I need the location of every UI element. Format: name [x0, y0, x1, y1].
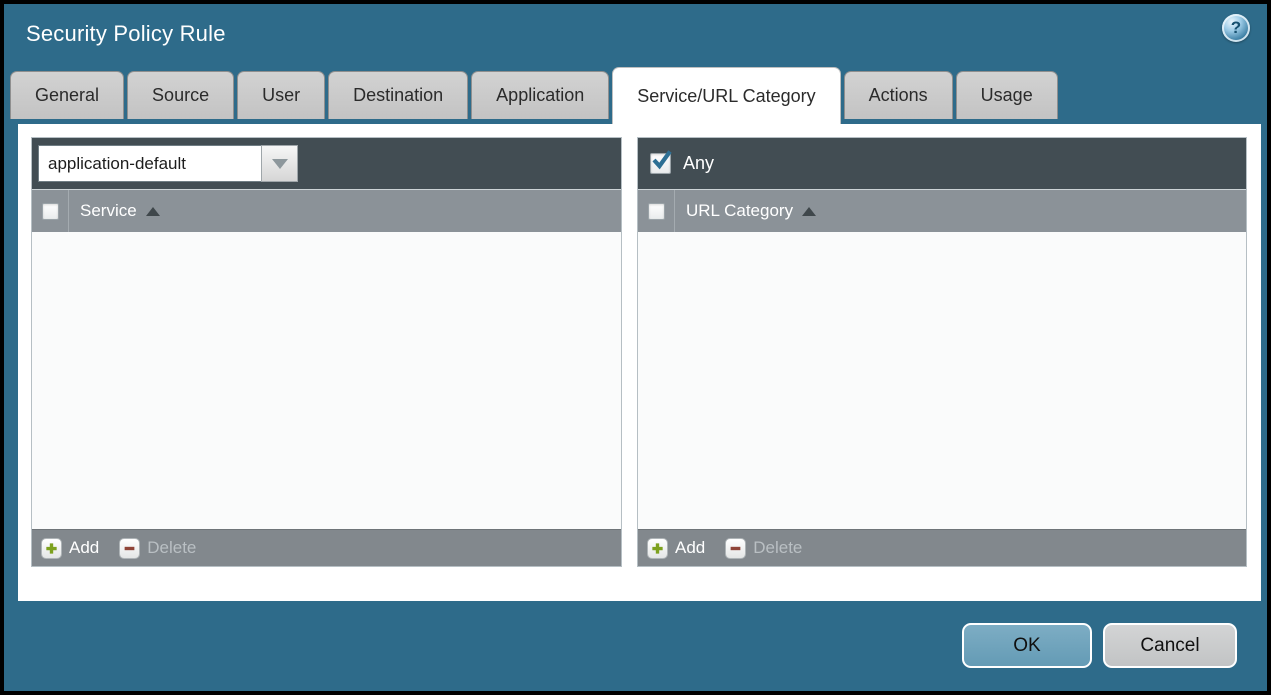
tab-source[interactable]: Source: [127, 71, 235, 119]
service-toolbar: [32, 138, 621, 189]
tab-bar: General Source User Destination Applicat…: [10, 67, 1261, 124]
tab-user[interactable]: User: [237, 71, 326, 119]
help-icon-glyph: ?: [1230, 18, 1242, 37]
checkmark-icon: [652, 150, 672, 170]
url-category-panel: Any URL Category Add Delete: [637, 137, 1247, 567]
service-add-label: Add: [69, 538, 100, 557]
url-category-column-header[interactable]: URL Category: [675, 190, 817, 232]
url-category-select-all-cell: [638, 190, 675, 232]
cancel-button[interactable]: Cancel: [1103, 623, 1237, 668]
url-category-add-button[interactable]: Add: [647, 537, 706, 559]
service-add-button[interactable]: Add: [41, 537, 100, 559]
service-column-label: Service: [80, 201, 137, 220]
service-type-dropdown-button[interactable]: [261, 145, 298, 182]
tab-content: Service Add Delete: [18, 124, 1261, 601]
ok-button[interactable]: OK: [962, 623, 1092, 668]
sort-ascending-icon: [802, 206, 817, 216]
url-category-delete-button[interactable]: Delete: [725, 537, 803, 559]
dialog-actions: OK Cancel: [962, 623, 1237, 668]
add-icon: [647, 537, 668, 559]
service-select-all-checkbox[interactable]: [41, 202, 59, 220]
service-select-all-cell: [32, 190, 69, 232]
url-category-table-footer: Add Delete: [638, 529, 1246, 566]
any-checkbox-row: Any: [644, 150, 715, 174]
service-column-header[interactable]: Service: [69, 190, 160, 232]
any-checkbox[interactable]: [650, 150, 672, 174]
sort-ascending-icon: [145, 206, 160, 216]
tab-application[interactable]: Application: [471, 71, 610, 119]
url-category-add-label: Add: [675, 538, 706, 557]
delete-icon: [725, 537, 747, 559]
url-category-select-all-checkbox[interactable]: [647, 202, 665, 220]
chevron-down-icon: [271, 158, 288, 169]
service-table-body: [32, 232, 621, 529]
tab-usage[interactable]: Usage: [955, 71, 1058, 119]
delete-icon: [119, 537, 141, 559]
add-icon: [41, 537, 62, 559]
url-category-toolbar: Any: [638, 138, 1246, 189]
tab-general[interactable]: General: [10, 71, 125, 119]
service-type-input[interactable]: [38, 145, 261, 182]
service-table-footer: Add Delete: [32, 529, 621, 566]
dialog-title: Security Policy Rule: [26, 21, 226, 46]
security-policy-rule-dialog: Security Policy Rule ? General Source Us…: [0, 0, 1271, 695]
service-type-combobox: [38, 145, 298, 182]
tab-destination[interactable]: Destination: [328, 71, 469, 119]
help-icon[interactable]: ?: [1222, 14, 1250, 42]
url-category-delete-label: Delete: [753, 538, 803, 557]
tab-service-url-category[interactable]: Service/URL Category: [612, 67, 841, 124]
any-label: Any: [683, 153, 715, 173]
title-bar: Security Policy Rule ?: [4, 4, 1267, 64]
url-category-column-label: URL Category: [686, 201, 794, 220]
service-delete-label: Delete: [147, 538, 197, 557]
service-panel: Service Add Delete: [31, 137, 622, 567]
tab-actions[interactable]: Actions: [843, 71, 953, 119]
service-delete-button[interactable]: Delete: [119, 537, 197, 559]
url-category-table-body: [638, 232, 1246, 529]
service-table-header: Service: [32, 189, 621, 232]
url-category-table-header: URL Category: [638, 189, 1246, 232]
